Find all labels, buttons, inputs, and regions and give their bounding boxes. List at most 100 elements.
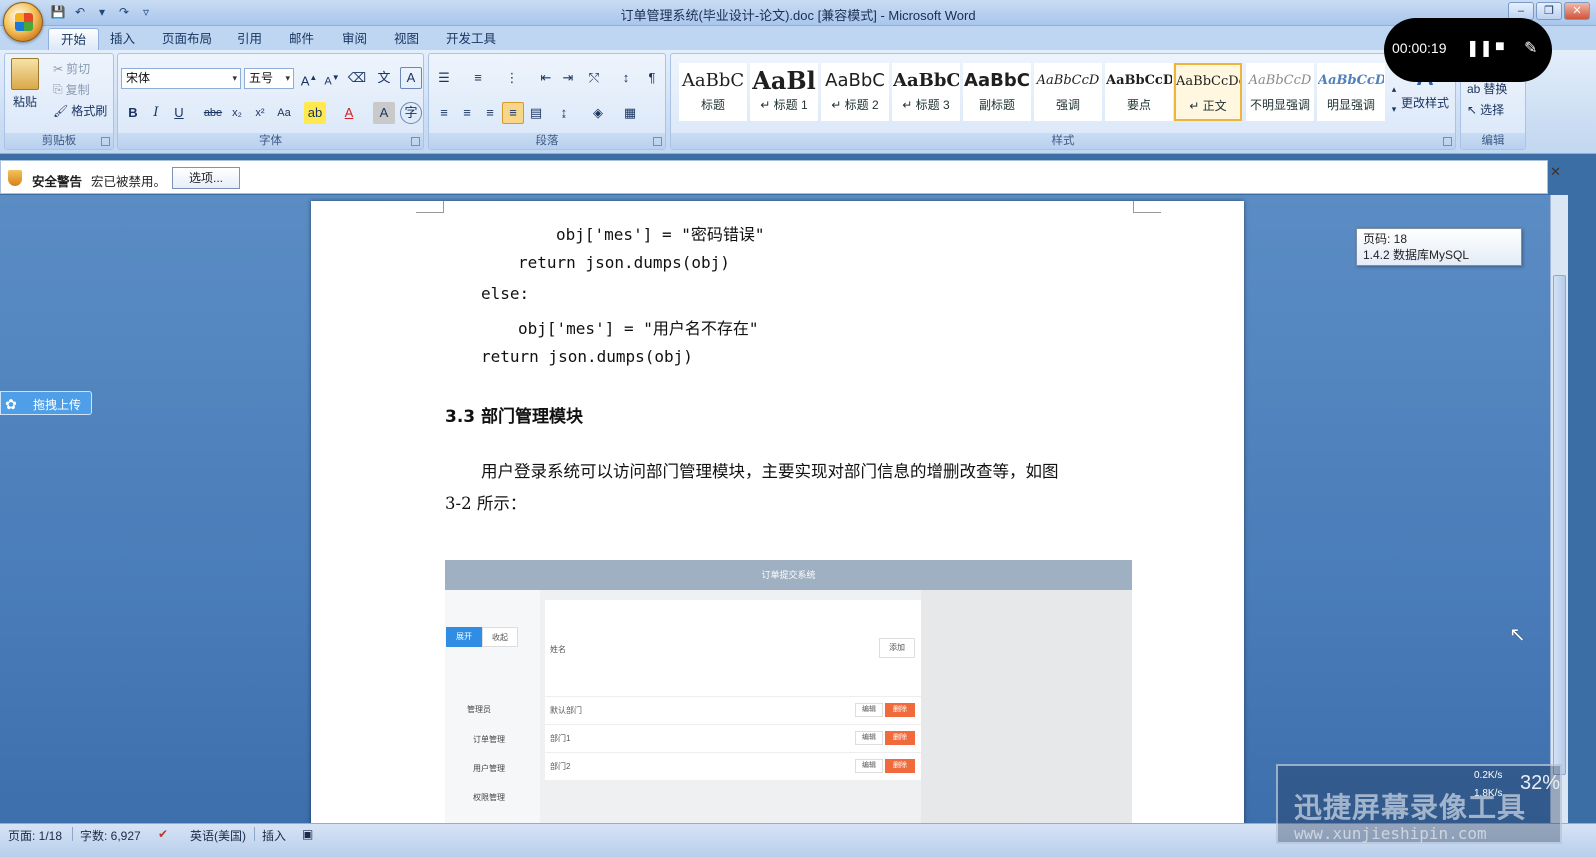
- enclose-char-icon[interactable]: 字: [400, 102, 422, 124]
- document-page[interactable]: obj['mes'] = "密码错误" return json.dumps(ob…: [311, 201, 1244, 823]
- font-group: 宋体 五号 A▲ A▼ ⌫ 文 A B I U abe x₂ x² Aa ab …: [117, 53, 424, 150]
- style-name: 标题: [700, 98, 725, 112]
- status-page[interactable]: 页面: 1/18: [8, 827, 62, 844]
- tab-mailings[interactable]: 邮件: [277, 28, 326, 50]
- style-strong[interactable]: AaBbCcD 要点: [1105, 63, 1173, 121]
- style-name: ↵ 正文: [1189, 99, 1227, 113]
- tab-insert[interactable]: 插入: [98, 28, 147, 50]
- style-heading-2[interactable]: AaBbC ↵ 标题 2: [821, 63, 889, 121]
- pointer-icon: ↖: [1467, 102, 1478, 117]
- shrink-font-icon[interactable]: A▼: [321, 67, 343, 89]
- figure-table-row: 部门2 编辑 删除: [545, 752, 921, 778]
- font-size-combo[interactable]: 五号: [244, 68, 294, 89]
- grow-font-icon[interactable]: A▲: [298, 67, 320, 89]
- style-emphasis[interactable]: AaBbCcD 强调: [1034, 63, 1102, 121]
- increase-indent-icon[interactable]: ⇥: [557, 67, 579, 89]
- char-shading-icon[interactable]: A: [373, 102, 395, 124]
- drag-upload-button[interactable]: ✿ 拖拽上传: [0, 391, 92, 415]
- multilevel-list-icon[interactable]: ⋮: [501, 67, 523, 89]
- clipboard-group-label: 剪贴板: [5, 133, 113, 149]
- clear-format-icon[interactable]: ⌫: [346, 67, 368, 89]
- strikethrough-icon[interactable]: abe: [202, 102, 224, 124]
- vertical-scrollbar[interactable]: [1550, 195, 1568, 823]
- close-button[interactable]: ✕: [1564, 2, 1590, 20]
- tab-view[interactable]: 视图: [382, 28, 431, 50]
- align-left-icon[interactable]: ≡: [433, 102, 455, 124]
- bold-icon[interactable]: B: [122, 102, 144, 124]
- italic-icon[interactable]: I: [145, 102, 167, 124]
- phonetic-guide-icon[interactable]: 文: [373, 67, 395, 89]
- subscript-icon[interactable]: x₂: [226, 102, 248, 124]
- macro-record-icon[interactable]: ▣: [302, 827, 313, 841]
- styles-launcher-icon[interactable]: [1443, 137, 1452, 146]
- tab-home[interactable]: 开始: [48, 28, 100, 50]
- superscript-icon[interactable]: x²: [249, 102, 271, 124]
- borders-icon[interactable]: ▦: [619, 102, 641, 124]
- numbering-icon[interactable]: ≡: [467, 67, 489, 89]
- bullets-icon[interactable]: ☰: [433, 67, 455, 89]
- style-name: 强调: [1055, 98, 1080, 112]
- clipboard-launcher-icon[interactable]: [101, 137, 110, 146]
- figure-menu-item: 用户管理: [473, 764, 505, 773]
- font-color-icon[interactable]: A: [338, 102, 360, 124]
- status-separator: [72, 827, 73, 841]
- tab-review[interactable]: 审阅: [330, 28, 379, 50]
- office-button[interactable]: [3, 2, 43, 42]
- align-right-icon[interactable]: ≡: [479, 102, 501, 124]
- select-button[interactable]: ↖ 选择: [1467, 101, 1504, 118]
- network-monitor: 0.2K/s 1.8K/s 32%: [1452, 762, 1562, 808]
- font-name-combo[interactable]: 宋体: [121, 68, 241, 89]
- copy-button[interactable]: ⎘ 复制: [53, 81, 90, 98]
- style-sample: AaBbCcD: [1106, 73, 1172, 88]
- show-marks-icon[interactable]: ¶: [641, 67, 663, 89]
- scrollbar-thumb[interactable]: [1553, 275, 1566, 775]
- tab-developer[interactable]: 开发工具: [434, 28, 508, 50]
- decrease-indent-icon[interactable]: ⇤: [535, 67, 557, 89]
- options-button[interactable]: 选项...: [172, 167, 240, 189]
- style-intense-emphasis[interactable]: AaBbCcD 明显强调: [1317, 63, 1385, 121]
- replace-button[interactable]: ab 替换: [1467, 80, 1507, 97]
- code-line: return json.dumps(obj): [481, 347, 693, 366]
- style-name: 不明显强调: [1249, 98, 1310, 112]
- cut-button[interactable]: ✂ 剪切: [53, 60, 90, 77]
- chinese-layout-icon[interactable]: ⤲: [583, 67, 605, 89]
- figure-table-row: 部门1 编辑 删除: [545, 724, 921, 750]
- style-normal[interactable]: AaBbCcDc ↵ 正文: [1174, 63, 1242, 121]
- change-case-icon[interactable]: Aa: [273, 102, 295, 124]
- restore-button[interactable]: ❐: [1536, 2, 1562, 20]
- stop-icon[interactable]: ■: [1495, 38, 1505, 56]
- underline-icon[interactable]: U: [168, 102, 190, 124]
- tab-references[interactable]: 引用: [225, 28, 274, 50]
- style-subtle-emphasis[interactable]: AaBbCcD 不明显强调: [1246, 63, 1314, 121]
- distributed-icon[interactable]: ▤: [525, 102, 547, 124]
- style-sample: AaBl: [752, 66, 816, 95]
- status-language[interactable]: 英语(美国): [190, 827, 246, 844]
- tab-page-layout[interactable]: 页面布局: [150, 28, 224, 50]
- shading-icon[interactable]: ◈: [587, 102, 609, 124]
- status-word-count[interactable]: 字数: 6,927: [80, 827, 141, 844]
- ribbon-tabs: 开始 插入 页面布局 引用 邮件 审阅 视图 开发工具: [0, 26, 1596, 50]
- styles-scroll-icon[interactable]: ▴ ▾: [1387, 78, 1401, 114]
- code-line: obj['mes'] = "密码错误": [556, 225, 765, 244]
- close-icon[interactable]: ✕: [1550, 164, 1561, 180]
- proofing-icon[interactable]: ✔: [158, 827, 168, 841]
- style-subtitle[interactable]: AaBbC 副标题: [963, 63, 1031, 121]
- align-center-icon[interactable]: ≡: [456, 102, 478, 124]
- style-title[interactable]: AaBbC 标题: [679, 63, 747, 121]
- char-border-icon[interactable]: A: [400, 67, 422, 89]
- status-insert-mode[interactable]: 插入: [262, 827, 286, 844]
- style-sample: AaBbC: [964, 70, 1030, 91]
- font-launcher-icon[interactable]: [411, 137, 420, 146]
- sort-icon[interactable]: ↕: [615, 67, 637, 89]
- margin-corner-left: [416, 201, 444, 213]
- line-spacing-icon[interactable]: ↨: [553, 102, 575, 124]
- style-heading-1[interactable]: AaBl ↵ 标题 1: [750, 63, 818, 121]
- style-heading-3[interactable]: AaBbC ↵ 标题 3: [892, 63, 960, 121]
- paste-button[interactable]: 粘贴: [11, 58, 39, 110]
- paragraph-launcher-icon[interactable]: [653, 137, 662, 146]
- format-painter-button[interactable]: 🖌 格式刷: [53, 102, 107, 119]
- highlight-icon[interactable]: ab: [304, 102, 326, 124]
- justify-icon[interactable]: ≡: [502, 102, 524, 124]
- pen-icon[interactable]: ✎: [1524, 38, 1537, 58]
- pause-icon[interactable]: ❚❚: [1466, 38, 1493, 58]
